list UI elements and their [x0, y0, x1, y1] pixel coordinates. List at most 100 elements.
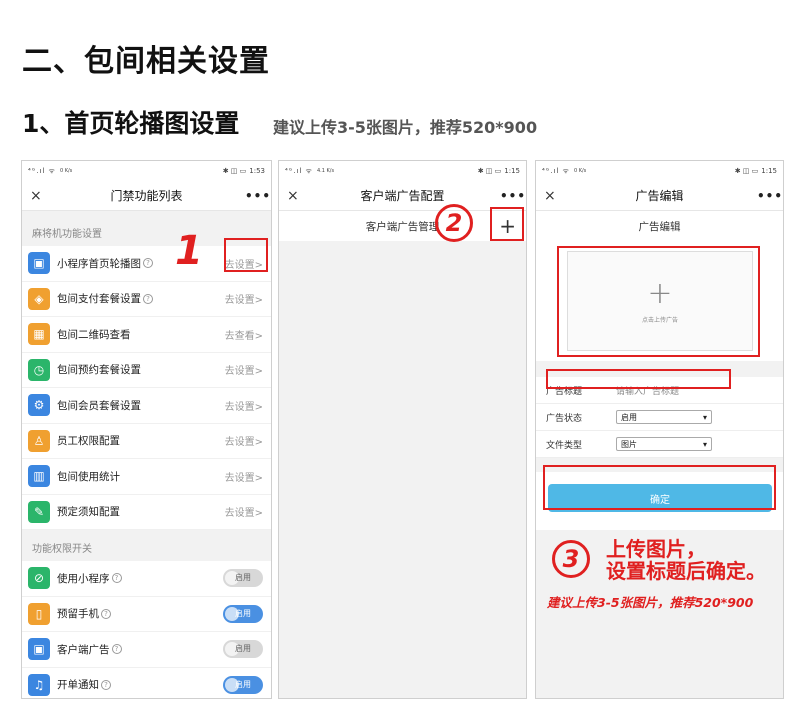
nav-title: 客户端广告配置: [360, 189, 445, 203]
ad-management-label: 客户端广告管理: [365, 220, 440, 233]
item-icon: ◈: [28, 287, 50, 310]
help-icon[interactable]: ?: [111, 644, 122, 655]
network-speed: 0 K/s: [573, 168, 587, 174]
item-icon: ▯: [28, 602, 50, 625]
switch-label-text: 客户端广告: [57, 643, 110, 656]
toggle-label: 启用: [235, 573, 251, 583]
clock: 1:15: [504, 167, 520, 175]
item-label-text: 预定须知配置: [57, 506, 120, 519]
help-icon[interactable]: ?: [143, 293, 153, 304]
clock: 1:53: [249, 167, 265, 175]
section-heading: 1、首页轮播图设置: [22, 109, 240, 138]
list-item-label: 预定须知配置: [57, 504, 225, 519]
status-icons: ✱ ◫ ▭: [222, 167, 247, 175]
highlight-title-field: [546, 369, 731, 389]
status-bar: ⁴ᴳ.ıl ᯤ 0 K/s ✱ ◫ ▭ 1:15: [536, 161, 783, 181]
highlight-confirm: [543, 465, 776, 510]
toggle-switch[interactable]: 启用: [223, 640, 263, 659]
item-icon: ⊘: [28, 567, 50, 590]
help-icon[interactable]: ?: [111, 573, 122, 584]
list-item[interactable]: ◷ 包间预约套餐设置 去设置>: [22, 352, 271, 388]
more-icon[interactable]: •••: [245, 189, 270, 203]
signal-icon: ⁴ᴳ.ıl ᯤ: [28, 166, 56, 175]
list-item-label: 包间预约套餐设置: [57, 362, 225, 377]
status-bar: ⁴ᴳ.ıl ᯤ 0 K/s ✱ ◫ ▭ 1:53: [22, 161, 271, 181]
ad-management-header: 客户端广告管理 +: [279, 211, 526, 241]
list-item[interactable]: ✎ 预定须知配置 去设置>: [22, 494, 271, 530]
switch-row: ▯ 预留手机? 启用: [22, 596, 271, 632]
go-settings-link[interactable]: 去设置>: [225, 398, 263, 413]
toggle-label: 启用: [235, 608, 251, 618]
list-item[interactable]: ▦ 包间二维码查看 去查看>: [22, 317, 271, 353]
select-value: 启用: [621, 412, 637, 422]
highlight-go-settings: [224, 238, 268, 272]
toggle-switch[interactable]: 启用: [223, 569, 263, 588]
list-item-label: 包间使用统计: [57, 469, 225, 484]
nav-title: 门禁功能列表: [110, 189, 183, 203]
step-3-line-2: 设置标题后确定。: [606, 559, 766, 583]
switch-label: 预留手机?: [57, 606, 223, 621]
item-icon: ✎: [28, 500, 50, 523]
form-title: 广告编辑: [536, 211, 783, 241]
step-2-number: 2: [445, 209, 463, 237]
item-icon: ◷: [28, 358, 50, 381]
switch-label: 开单通知?: [57, 677, 223, 692]
help-icon[interactable]: ?: [101, 608, 111, 619]
more-icon[interactable]: •••: [757, 189, 782, 203]
network-speed: 4.1 K/s: [316, 168, 335, 174]
nav-bar: × 门禁功能列表 •••: [22, 181, 271, 211]
list-item-label: 员工权限配置: [57, 433, 225, 448]
select-value: 图片: [621, 439, 637, 449]
step-3-line-1: 上传图片，: [606, 537, 706, 561]
signal-icon: ⁴ᴳ.ıl ᯤ: [542, 166, 570, 175]
status-icons: ✱ ◫ ▭: [477, 167, 502, 175]
step-1-marker: 1: [175, 228, 203, 274]
nav-title: 广告编辑: [635, 189, 684, 203]
file-type-row: 文件类型 图片 ▾: [536, 431, 783, 458]
close-icon[interactable]: ×: [30, 188, 48, 204]
switch-row: ▣ 客户端广告? 启用: [22, 632, 271, 668]
step-3-instructions: 上传图片， 设置标题后确定。: [606, 538, 766, 582]
dropdown-arrow-icon: ▾: [702, 412, 707, 422]
nav-bar: × 客户端广告配置 •••: [279, 181, 526, 211]
list-item[interactable]: ▥ 包间使用统计 去设置>: [22, 459, 271, 495]
item-label-text: 包间二维码查看: [57, 328, 131, 341]
help-icon[interactable]: ?: [101, 679, 111, 690]
close-icon[interactable]: ×: [544, 188, 562, 204]
highlight-add-button: [490, 207, 524, 241]
step-3-marker: 3: [552, 540, 590, 578]
item-icon: ♫: [28, 673, 50, 696]
more-icon[interactable]: •••: [500, 189, 525, 203]
ad-status-select[interactable]: 启用 ▾: [616, 410, 712, 424]
page-heading: 二、包间相关设置: [22, 44, 270, 79]
switch-label-text: 开单通知: [57, 679, 99, 692]
file-type-select[interactable]: 图片 ▾: [616, 437, 712, 451]
go-settings-link[interactable]: 去设置>: [225, 504, 263, 519]
help-icon[interactable]: ?: [143, 258, 153, 269]
item-icon: ♙: [28, 429, 50, 452]
list-item[interactable]: ♙ 员工权限配置 去设置>: [22, 423, 271, 459]
item-label-text: 包间会员套餐设置: [57, 399, 141, 412]
close-icon[interactable]: ×: [287, 188, 305, 204]
phone-screen-ad-edit: ⁴ᴳ.ıl ᯤ 0 K/s ✱ ◫ ▭ 1:15 × 广告编辑 ••• 广告编辑…: [535, 160, 784, 699]
step-2-marker: 2: [435, 204, 473, 242]
go-settings-link[interactable]: 去设置>: [225, 433, 263, 448]
switch-row: ⊘ 使用小程序? 启用: [22, 561, 271, 597]
toggle-switch[interactable]: 启用: [223, 675, 263, 694]
go-settings-link[interactable]: 去设置>: [225, 469, 263, 484]
switch-label-text: 预留手机: [57, 608, 99, 621]
list-item[interactable]: ◈ 包间支付套餐设置? 去设置>: [22, 281, 271, 317]
list-item-label: 包间会员套餐设置: [57, 398, 225, 413]
item-label-text: 员工权限配置: [57, 435, 120, 448]
toggle-switch[interactable]: 启用: [223, 604, 263, 623]
highlight-upload: [557, 246, 760, 357]
go-settings-link[interactable]: 去设置>: [225, 291, 263, 306]
switch-label-text: 使用小程序: [57, 572, 110, 585]
go-settings-link[interactable]: 去查看>: [225, 327, 263, 342]
status-icons: ✱ ◫ ▭: [734, 167, 759, 175]
list-item[interactable]: ⚙ 包间会员套餐设置 去设置>: [22, 388, 271, 424]
item-label-text: 包间支付套餐设置: [57, 293, 141, 306]
toggle-label: 启用: [235, 679, 251, 689]
go-settings-link[interactable]: 去设置>: [225, 362, 263, 377]
ad-status-row: 广告状态 启用 ▾: [536, 404, 783, 431]
